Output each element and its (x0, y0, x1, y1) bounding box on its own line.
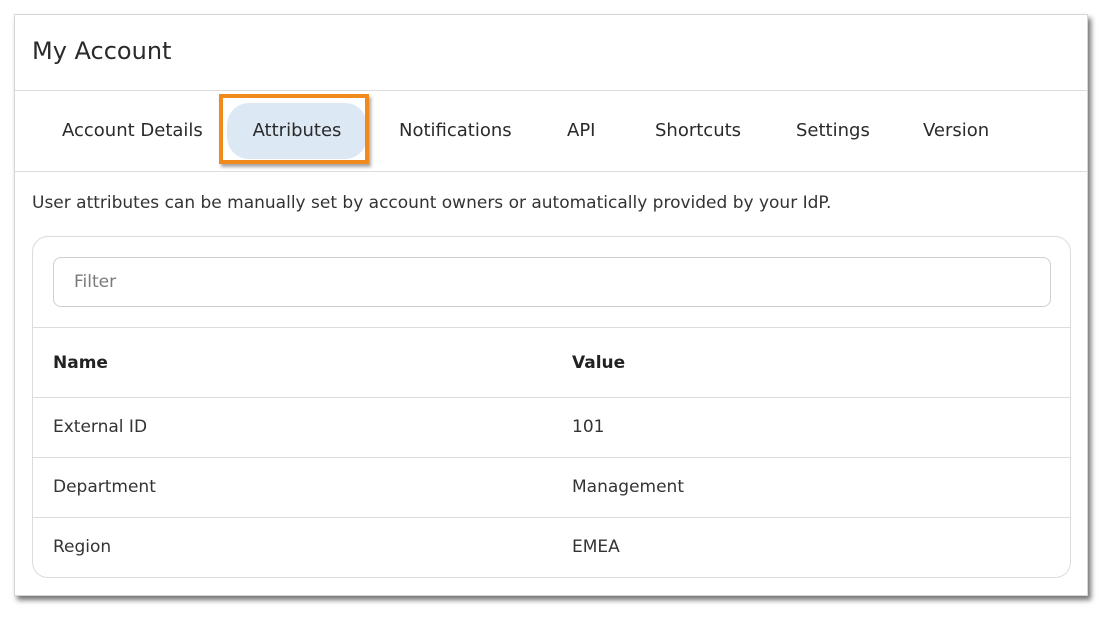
attributes-table: Name Value External ID 101 Department Ma… (33, 327, 1070, 577)
tab-attributes[interactable]: Attributes (227, 103, 367, 159)
table-header-row: Name Value (33, 327, 1070, 397)
tab-label: Shortcuts (655, 120, 742, 141)
tab-label: Settings (796, 120, 870, 141)
attribute-name-cell: External ID (53, 417, 148, 437)
dialog-title: My Account (32, 37, 172, 65)
column-header-value[interactable]: Value (572, 328, 625, 398)
table-row: Region EMEA (33, 517, 1070, 577)
filter-input[interactable] (53, 257, 1051, 307)
tab-bar: Account Details Attributes Notifications… (15, 91, 1087, 172)
tab-notifications[interactable]: Notifications (399, 103, 512, 159)
tab-settings[interactable]: Settings (796, 103, 870, 159)
attribute-name-cell: Region (53, 537, 112, 557)
tab-label: API (567, 120, 596, 141)
tab-account-details[interactable]: Account Details (42, 103, 212, 159)
tab-label: Attributes (252, 120, 342, 141)
tab-version[interactable]: Version (923, 103, 989, 159)
tab-api[interactable]: API (567, 103, 595, 159)
attribute-value-cell: EMEA (572, 537, 620, 557)
column-header-name[interactable]: Name (53, 328, 108, 398)
attributes-panel: Name Value External ID 101 Department Ma… (32, 236, 1071, 578)
dialog-header: My Account (15, 15, 1087, 91)
table-row: Department Management (33, 457, 1070, 517)
table-row: External ID 101 (33, 397, 1070, 457)
tab-shortcuts[interactable]: Shortcuts (655, 103, 741, 159)
tab-label: Account Details (62, 120, 203, 141)
attribute-value-cell: Management (572, 477, 684, 497)
attribute-value-cell: 101 (572, 417, 605, 437)
tab-label: Notifications (399, 120, 512, 141)
tab-label: Version (923, 120, 990, 141)
my-account-dialog: My Account Account Details Attributes No… (14, 14, 1088, 596)
attributes-description: User attributes can be manually set by a… (32, 193, 832, 213)
attribute-name-cell: Department (53, 477, 156, 497)
